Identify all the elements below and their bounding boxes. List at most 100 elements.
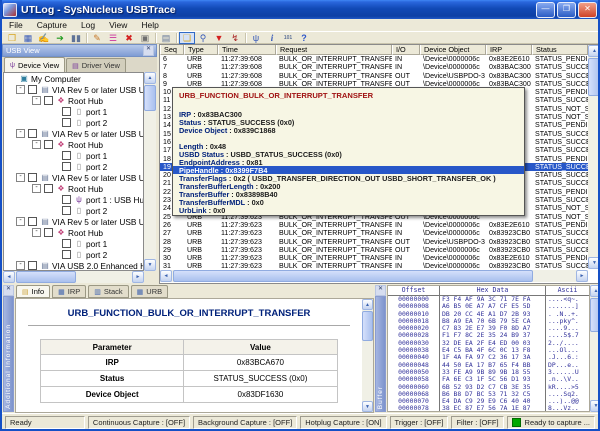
tree-item-host-controller-2[interactable]: - ▤ VIA Rev 5 or later USB Universal Hos… — [4, 128, 143, 139]
checkbox[interactable] — [44, 140, 53, 149]
tab-device-view[interactable]: ψ Device View — [4, 57, 65, 72]
log-row[interactable]: 30 URB 11:27:39:623 BULK_OR_INTERRUPT_TR… — [160, 254, 588, 262]
expander-icon[interactable]: - — [32, 184, 41, 193]
tree-item-root-hub[interactable]: - ❖ Root Hub — [4, 95, 143, 106]
tree-item-port-2[interactable]: ▯ port 2 — [4, 117, 143, 128]
menu-item[interactable]: File — [2, 20, 30, 30]
tab-driver-view[interactable]: ▤ Driver View — [66, 58, 126, 72]
report-icon[interactable]: ▤ — [158, 32, 174, 44]
tab-stack[interactable]: ▥ Stack — [88, 285, 128, 298]
tree-item-host-controller-3[interactable]: - ▤ VIA Rev 5 or later USB Universal Hos… — [4, 172, 143, 183]
title-bar[interactable]: UTLog - SysNucleus USBTrace — ❐ ✕ — [0, 0, 600, 19]
print-icon[interactable]: ▣ — [137, 32, 153, 44]
checkbox[interactable] — [62, 107, 71, 116]
trigger-icon[interactable]: ↯ — [227, 32, 243, 44]
menu-item[interactable]: Capture — [30, 20, 74, 30]
log-horizontal-scrollbar[interactable]: ◄ ► — [160, 270, 588, 282]
scrollbar-thumb[interactable] — [588, 58, 600, 96]
tree-item-root-hub[interactable]: - ❖ Root Hub — [4, 139, 143, 150]
log-row[interactable]: 6 URB 11:27:39:608 BULK_OR_INTERRUPT_TRA… — [160, 55, 588, 63]
menu-item[interactable]: View — [102, 20, 134, 30]
pause-capture-icon[interactable]: ▮▮ — [68, 32, 84, 44]
scrollbar-thumb[interactable] — [173, 270, 533, 282]
scrollbar-thumb[interactable] — [16, 271, 76, 283]
close-panel-icon[interactable]: ✕ — [3, 285, 14, 296]
menu-item[interactable]: Log — [74, 20, 102, 30]
filter-icon[interactable]: ▼ — [211, 32, 227, 44]
tree-horizontal-scrollbar[interactable]: ◄ ► — [3, 271, 144, 283]
checkbox[interactable] — [62, 250, 71, 259]
checkbox[interactable] — [62, 195, 71, 204]
log-vertical-scrollbar[interactable]: ▲ ▼ — [588, 45, 600, 269]
log-row[interactable]: 26 URB 11:27:39:623 BULK_OR_INTERRUPT_TR… — [160, 221, 588, 229]
tree-vertical-scrollbar[interactable]: ▲ ▼ — [144, 72, 156, 271]
tree-item-port-1[interactable]: ▯ port 1 — [4, 150, 143, 161]
column-header-status[interactable]: Status — [532, 45, 588, 55]
tree-item-host-controller-1[interactable]: - ▤ VIA Rev 5 or later USB Universal Hos… — [4, 84, 143, 95]
tooltip-toggle-icon[interactable]: ❑ — [179, 32, 195, 44]
start-capture-icon[interactable]: ➔ — [52, 32, 68, 44]
tree-item-port-2[interactable]: ▯ port 2 — [4, 205, 143, 216]
buffer-vertical-scrollbar[interactable]: ▲ ▼ — [590, 285, 600, 412]
tree-item-port-1[interactable]: ▯ port 1 — [4, 106, 143, 117]
expander-icon[interactable]: - — [16, 173, 25, 182]
log-row[interactable]: 27 URB 11:27:39:623 BULK_OR_INTERRUPT_TR… — [160, 229, 588, 237]
maximize-button[interactable]: ❐ — [557, 2, 576, 18]
binary-view-icon[interactable]: 101 — [280, 32, 296, 44]
tree-item-root-hub[interactable]: - ❖ Root Hub — [4, 183, 143, 194]
log-row[interactable]: 8 URB 11:27:39:608 BULK_OR_INTERRUPT_TRA… — [160, 72, 588, 80]
log-row[interactable]: 31 URB 11:27:39:623 BULK_OR_INTERRUPT_TR… — [160, 262, 588, 269]
tree-item-my-computer[interactable]: ▣ My Computer — [4, 73, 143, 84]
checkbox[interactable] — [28, 129, 37, 138]
checkbox[interactable] — [44, 96, 53, 105]
column-header-request[interactable]: Request — [276, 45, 392, 55]
tree-item-ehci-controller[interactable]: - ▤ VIA USB 2.0 Enhanced Host Controller — [4, 260, 143, 271]
info-icon[interactable]: i — [264, 32, 280, 44]
column-header-type[interactable]: Type — [184, 45, 218, 55]
checkbox[interactable] — [28, 261, 37, 270]
tree-item-port-1-hid[interactable]: ψ port 1 : USB Human Interface D — [4, 194, 143, 205]
scrollbar-thumb[interactable] — [590, 298, 600, 332]
checkbox[interactable] — [28, 85, 37, 94]
checkbox[interactable] — [62, 162, 71, 171]
expander-icon[interactable]: - — [32, 140, 41, 149]
expander-icon[interactable]: - — [16, 261, 25, 270]
log-row[interactable]: 29 URB 11:27:39:623 BULK_OR_INTERRUPT_TR… — [160, 246, 588, 254]
log-row[interactable]: 28 URB 11:27:39:623 BULK_OR_INTERRUPT_TR… — [160, 238, 588, 246]
save-icon[interactable]: ▦ — [20, 32, 36, 44]
close-panel-icon[interactable]: ✕ — [143, 45, 154, 56]
checkbox[interactable] — [28, 217, 37, 226]
scrollbar-thumb[interactable] — [144, 85, 156, 111]
save-capture-icon[interactable]: ✍ — [36, 32, 52, 44]
tab-urb[interactable]: ▦ URB — [131, 285, 168, 298]
checkbox[interactable] — [62, 151, 71, 160]
close-button[interactable]: ✕ — [578, 2, 597, 18]
expander-icon[interactable]: - — [16, 85, 25, 94]
column-header-irp[interactable]: IRP — [486, 45, 532, 55]
expander-icon[interactable]: - — [16, 129, 25, 138]
checkbox[interactable] — [62, 118, 71, 127]
search-icon[interactable]: ⚲ — [195, 32, 211, 44]
tree-item-root-hub[interactable]: - ❖ Root Hub — [4, 227, 143, 238]
log-row[interactable]: 7 URB 11:27:39:608 BULK_OR_INTERRUPT_TRA… — [160, 63, 588, 71]
menu-item[interactable]: Help — [134, 20, 165, 30]
tree-item-port-2[interactable]: ▯ port 2 — [4, 161, 143, 172]
tree-item-port-1[interactable]: ▯ port 1 — [4, 238, 143, 249]
help-icon[interactable]: ? — [296, 32, 312, 44]
column-header-io[interactable]: I/O — [392, 45, 420, 55]
clear-log-icon[interactable]: ✖ — [121, 32, 137, 44]
minimize-button[interactable]: — — [536, 2, 555, 18]
edit-icon[interactable]: ✎ — [89, 32, 105, 44]
column-header-seq[interactable]: Seq — [160, 45, 184, 55]
open-log-icon[interactable]: ❒ — [4, 32, 20, 44]
tab-irp[interactable]: ▦ IRP — [52, 285, 86, 298]
checkbox[interactable] — [28, 173, 37, 182]
log-options-icon[interactable]: ☰ — [105, 32, 121, 44]
checkbox[interactable] — [44, 228, 53, 237]
checkbox[interactable] — [44, 184, 53, 193]
scrollbar-thumb[interactable] — [362, 311, 373, 341]
column-header-time[interactable]: Time — [218, 45, 276, 55]
expander-icon[interactable]: - — [32, 228, 41, 237]
expander-icon[interactable]: - — [16, 217, 25, 226]
tab-info[interactable]: ▤ Info — [16, 285, 50, 298]
